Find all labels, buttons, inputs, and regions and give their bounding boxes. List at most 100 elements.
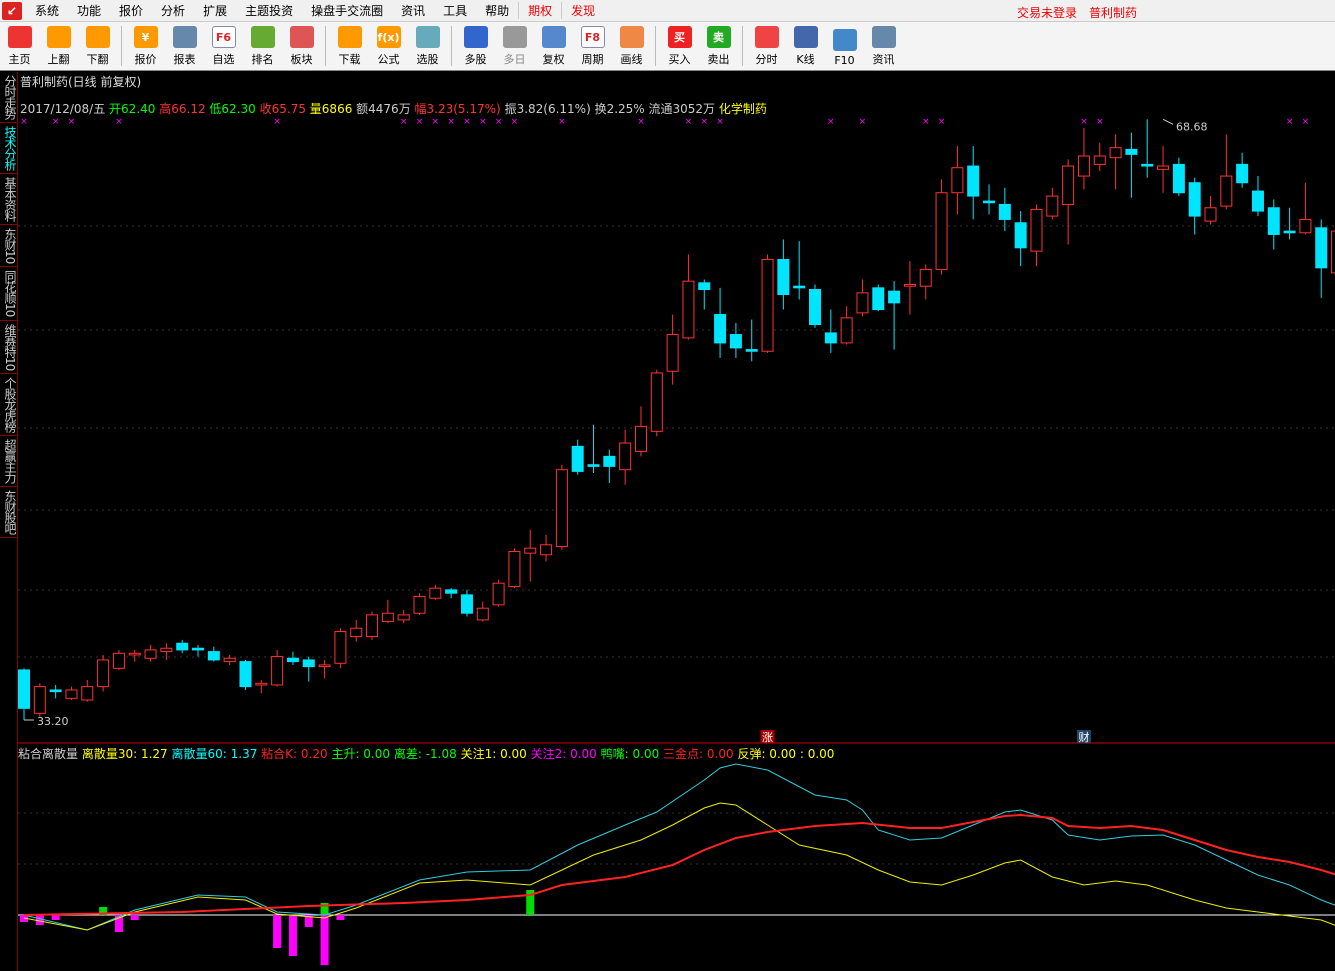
candle-down[interactable] [1125, 148, 1138, 155]
candle-down[interactable] [888, 290, 901, 304]
candle-down[interactable] [302, 659, 315, 668]
candle-up[interactable] [666, 334, 679, 372]
candle-up[interactable] [919, 268, 932, 287]
candle-down[interactable] [714, 314, 727, 344]
candle-up[interactable] [903, 284, 916, 287]
candle-down[interactable] [824, 332, 837, 344]
candle-up[interactable] [682, 280, 695, 339]
candle-down[interactable] [1251, 190, 1264, 212]
candle-down[interactable] [1014, 222, 1027, 249]
candle-up[interactable] [97, 659, 110, 688]
signal-marker: × [479, 117, 487, 127]
candle-up[interactable] [1077, 155, 1090, 177]
signal-marker: × [273, 117, 281, 127]
candle-up[interactable] [524, 547, 537, 554]
candle-up[interactable] [619, 442, 632, 471]
signal-marker: × [447, 117, 455, 127]
signal-marker: × [1302, 117, 1310, 127]
candle-up[interactable] [840, 317, 853, 344]
candle-up[interactable] [128, 652, 141, 656]
signal-marker: × [637, 117, 645, 127]
candle-down[interactable] [745, 349, 758, 352]
histogram-bar [336, 915, 345, 920]
candle-down[interactable] [460, 594, 473, 614]
candle-down[interactable] [777, 258, 790, 296]
candle-up[interactable] [160, 647, 173, 653]
candle-down[interactable] [967, 165, 980, 197]
signal-marker: × [400, 117, 408, 127]
candle-down[interactable] [698, 282, 711, 291]
candle-up[interactable] [1220, 175, 1233, 207]
candle-up[interactable] [350, 627, 363, 638]
candle-up[interactable] [1331, 230, 1335, 274]
histogram-bar [130, 915, 139, 920]
candle-down[interactable] [793, 285, 806, 289]
candle-up[interactable] [555, 469, 568, 547]
candle-down[interactable] [571, 445, 584, 472]
candle-down[interactable] [998, 203, 1011, 220]
candle-down[interactable] [286, 657, 299, 663]
candle-up[interactable] [508, 550, 521, 588]
indicator-line [23, 763, 1335, 931]
signal-marker: × [52, 117, 60, 127]
candle-down[interactable] [1188, 182, 1201, 217]
candle-up[interactable] [1046, 195, 1059, 217]
candle-up[interactable] [413, 596, 426, 614]
candle-up[interactable] [255, 682, 268, 686]
candle-down[interactable] [983, 200, 996, 204]
candle-up[interactable] [1062, 165, 1075, 205]
candle-down[interactable] [239, 661, 252, 688]
candle-up[interactable] [429, 587, 442, 599]
candle-up[interactable] [1093, 155, 1106, 165]
candle-up[interactable] [381, 612, 394, 623]
candle-down[interactable] [1141, 163, 1154, 167]
candle-down[interactable] [872, 287, 885, 311]
candle-down[interactable] [729, 334, 742, 349]
candle-down[interactable] [176, 642, 189, 651]
candle-up[interactable] [1157, 165, 1170, 170]
candle-up[interactable] [318, 664, 331, 668]
candle-down[interactable] [809, 289, 821, 326]
candle-up[interactable] [650, 372, 663, 432]
candle-up[interactable] [397, 614, 410, 621]
candle-up[interactable] [33, 686, 46, 714]
candle-down[interactable] [603, 455, 616, 467]
candle-up[interactable] [761, 258, 774, 352]
candle-down[interactable] [49, 689, 62, 693]
candle-up[interactable] [223, 657, 236, 663]
candle-down[interactable] [18, 669, 30, 709]
candle-up[interactable] [271, 656, 284, 686]
candle-up[interactable] [334, 631, 347, 664]
candle-down[interactable] [1315, 227, 1328, 269]
candle-down[interactable] [192, 647, 205, 651]
candle-up[interactable] [856, 292, 869, 314]
candle-up[interactable] [112, 652, 125, 669]
signal-marker: × [716, 117, 724, 127]
candle-up[interactable] [634, 425, 647, 452]
signal-marker: × [1286, 117, 1294, 127]
high-price-label: 68.68 [1176, 120, 1208, 133]
candle-up[interactable] [366, 614, 379, 638]
candle-up[interactable] [1109, 147, 1122, 159]
candle-up[interactable] [1204, 207, 1217, 222]
candle-up[interactable] [935, 192, 948, 270]
candle-down[interactable] [587, 464, 600, 467]
candle-down[interactable] [1172, 163, 1185, 194]
candle-up[interactable] [476, 607, 489, 621]
candle-up[interactable] [1299, 218, 1312, 234]
candle-up[interactable] [65, 689, 78, 699]
candle-down[interactable] [207, 651, 220, 661]
candle-up[interactable] [492, 582, 505, 606]
high-pointer [1162, 118, 1174, 125]
kline-chart[interactable]: × × × × × × × × × × × × × × × × × × × × × × × × × × 68.68 33.20 涨 财 [0, 0, 1335, 971]
candle-up[interactable] [1030, 208, 1043, 252]
candle-up[interactable] [81, 686, 94, 701]
candle-up[interactable] [951, 167, 964, 194]
candle-down[interactable] [1267, 207, 1280, 235]
candle-down[interactable] [445, 589, 458, 594]
candle-up[interactable] [144, 649, 157, 659]
candle-down[interactable] [1236, 163, 1249, 184]
signal-marker: × [432, 117, 440, 127]
candle-up[interactable] [540, 544, 553, 556]
candle-down[interactable] [1283, 230, 1296, 234]
